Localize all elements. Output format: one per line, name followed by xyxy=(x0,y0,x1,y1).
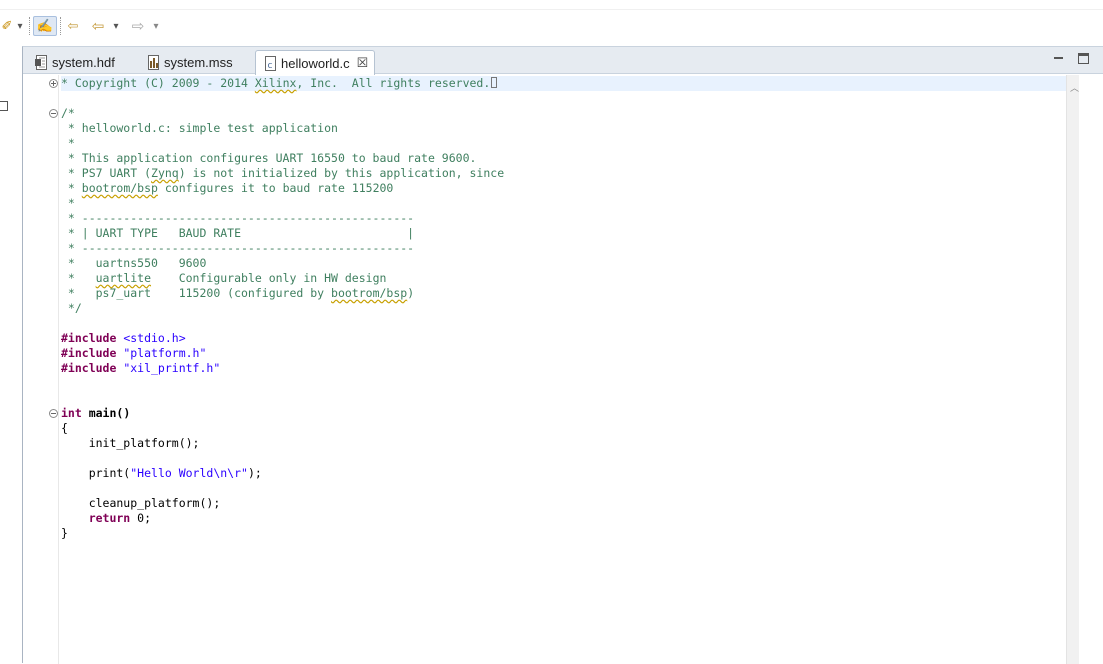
forward-dropdown-icon[interactable]: ▾ xyxy=(150,16,162,36)
minimize-icon[interactable] xyxy=(1053,53,1064,64)
code-line: int main() xyxy=(61,406,131,420)
tab-label: system.mss xyxy=(164,54,233,70)
tab-label: helloworld.c xyxy=(281,55,350,71)
code-line: * PS7 UART (Zynq) is not initialized by … xyxy=(61,166,505,180)
hdf-file-icon xyxy=(35,54,48,70)
code-text[interactable]: * Copyright (C) 2009 - 2014 Xilinx, Inc.… xyxy=(61,75,1066,664)
code-line: init_platform(); xyxy=(61,436,200,450)
code-line: */ xyxy=(61,301,82,315)
editor-tab-bar: system.hdf system.mss c helloworld.c ☒ xyxy=(23,47,1103,75)
code-editor[interactable]: * Copyright (C) 2009 - 2014 Xilinx, Inc.… xyxy=(23,75,1103,664)
back-icon[interactable]: ⇦ xyxy=(88,16,108,36)
toolbar-separator xyxy=(60,17,62,35)
code-line: * uartns550 9600 xyxy=(61,256,207,270)
tab-label: system.hdf xyxy=(52,54,115,70)
code-line: * ps7_uart 115200 (configured by bootrom… xyxy=(61,286,415,300)
code-line: * bootrom/bsp configures it to baud rate… xyxy=(61,181,394,195)
mss-file-icon xyxy=(147,54,160,70)
pane-controls xyxy=(1053,53,1089,64)
back-dropdown-icon[interactable]: ▾ xyxy=(110,16,122,36)
code-line: } xyxy=(61,526,68,540)
collapse-fold-icon[interactable] xyxy=(48,408,59,419)
forward-icon[interactable]: ⇨ xyxy=(128,16,148,36)
dropdown-arrow-icon[interactable]: ▾ xyxy=(14,16,26,36)
code-line: print("Hello World\n\r"); xyxy=(61,466,262,480)
scrollbar-track[interactable]: ︿ xyxy=(1066,75,1079,664)
pencil-icon[interactable]: ✐ xyxy=(0,16,14,36)
c-file-icon: c xyxy=(264,55,277,71)
code-line: * --------------------------------------… xyxy=(61,211,415,225)
close-icon[interactable]: ☒ xyxy=(357,55,369,71)
restore-view-icon[interactable] xyxy=(0,101,8,111)
code-line: * --------------------------------------… xyxy=(61,241,415,255)
maximize-icon[interactable] xyxy=(1078,53,1089,64)
code-line: * Copyright (C) 2009 - 2014 Xilinx, Inc.… xyxy=(61,76,1066,91)
tab-system-mss[interactable]: system.mss xyxy=(139,50,239,74)
left-view-strip xyxy=(0,46,22,663)
code-line: /* xyxy=(61,106,75,120)
toolbar-separator xyxy=(29,17,31,35)
tab-helloworld-c[interactable]: c helloworld.c ☒ xyxy=(255,50,376,75)
code-line: * xyxy=(61,196,75,210)
vertical-scrollbar[interactable]: ︿ xyxy=(1066,75,1103,664)
code-line: cleanup_platform(); xyxy=(61,496,221,510)
code-line: * xyxy=(61,136,75,150)
code-line: #include <stdio.h> xyxy=(61,331,186,345)
vertical-ruler xyxy=(23,75,41,664)
scroll-up-icon[interactable]: ︿ xyxy=(1070,81,1079,94)
code-line: * This application configures UART 16550… xyxy=(61,151,477,165)
code-line: { xyxy=(61,421,68,435)
code-line: return 0; xyxy=(61,511,152,525)
highlight-toggle-icon[interactable]: ✍ xyxy=(33,16,57,36)
tab-system-hdf[interactable]: system.hdf xyxy=(27,50,121,74)
code-line: * helloworld.c: simple test application xyxy=(61,121,338,135)
last-edit-icon[interactable]: ⇦ xyxy=(63,16,83,36)
editor-area: system.hdf system.mss c helloworld.c ☒ *… xyxy=(22,46,1103,664)
expand-fold-icon[interactable] xyxy=(48,78,59,89)
folded-marker[interactable] xyxy=(491,77,498,88)
folding-ruler xyxy=(41,75,59,664)
code-line: * | UART TYPE BAUD RATE | xyxy=(61,226,415,240)
main-toolbar: ✐ ▾ ✍ ⇦ ⇦ ▾ ⇨ ▾ xyxy=(0,0,1103,46)
code-line: * uartlite Configurable only in HW desig… xyxy=(61,271,387,285)
svg-text:c: c xyxy=(268,61,273,71)
toolbar-divider xyxy=(0,9,1103,10)
code-line: #include "platform.h" xyxy=(61,346,207,360)
collapse-fold-icon[interactable] xyxy=(48,108,59,119)
code-line: #include "xil_printf.h" xyxy=(61,361,221,375)
